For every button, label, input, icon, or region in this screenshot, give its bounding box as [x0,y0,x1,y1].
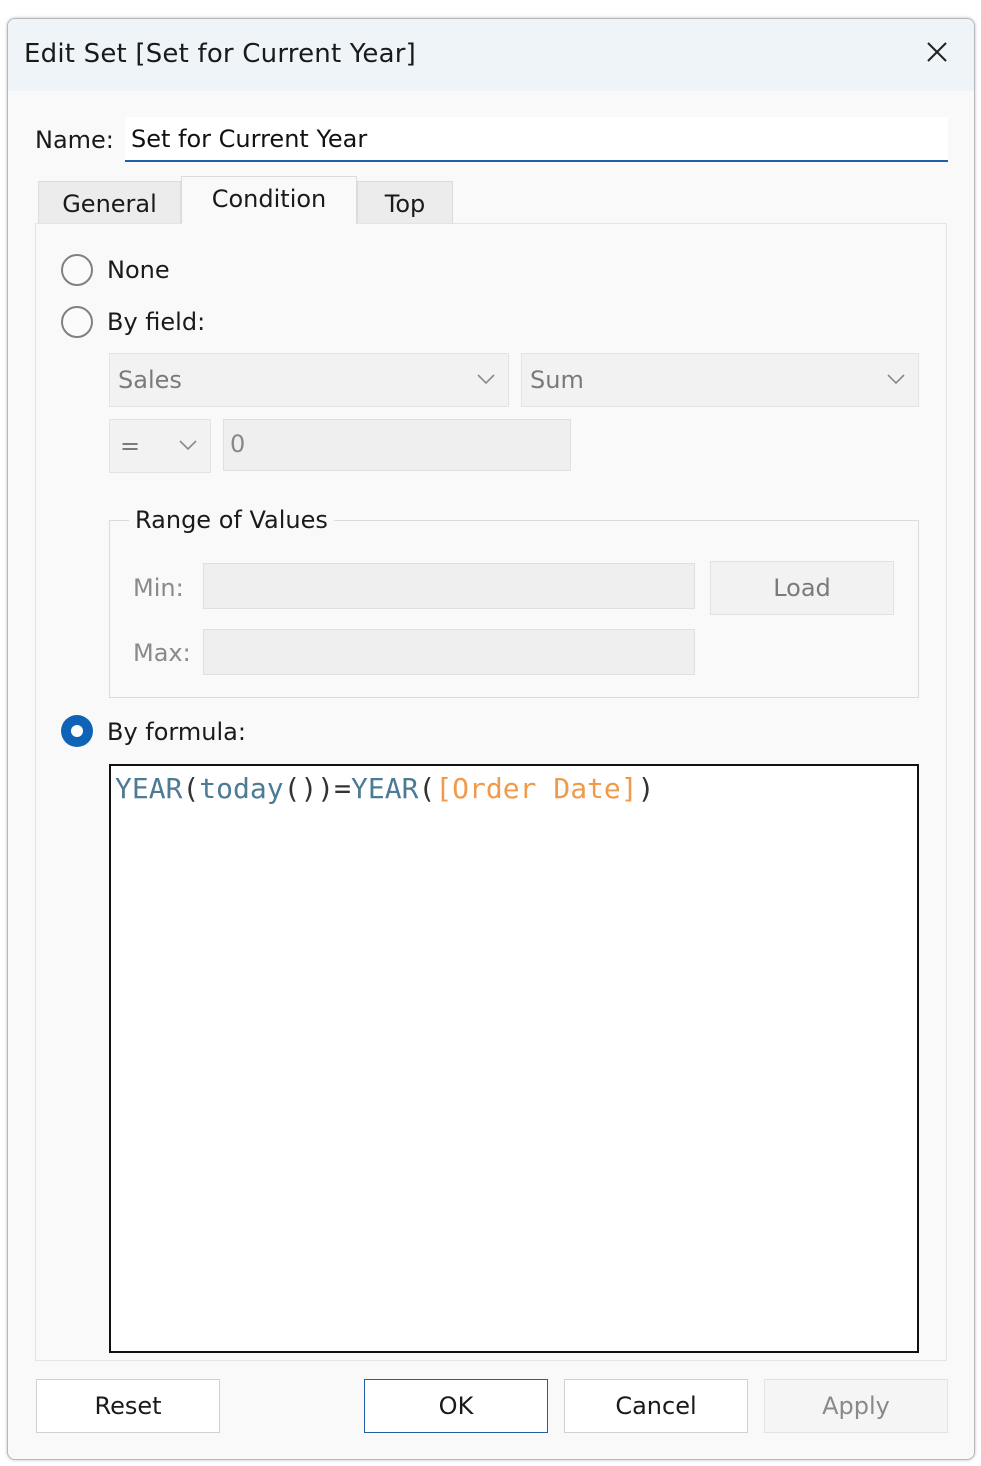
apply-button[interactable]: Apply [764,1379,948,1433]
formula-text: YEAR(today())=YEAR([Order Date]) [115,772,654,805]
operator-dropdown-value: = [120,432,141,460]
chevron-down-icon [476,372,496,386]
by-formula-label: By formula: [107,718,246,746]
name-label: Name: [35,126,114,154]
formula-function: today [199,772,284,805]
chevron-down-icon [178,438,198,452]
formula-function: YEAR [115,772,183,805]
dialog-title: Edit Set [Set for Current Year] [24,39,416,69]
operator-dropdown[interactable]: = [109,419,211,473]
formula-punct: ) [637,772,655,805]
close-button[interactable] [922,37,952,67]
load-button[interactable]: Load [710,561,894,615]
cancel-button[interactable]: Cancel [564,1379,748,1433]
min-field[interactable] [203,563,695,609]
edit-set-dialog: Edit Set [Set for Current Year] Name: Ge… [7,18,975,1460]
formula-punct: ( [182,772,200,805]
title-bar: Edit Set [Set for Current Year] [8,19,974,91]
chevron-down-icon [886,372,906,386]
reset-button[interactable]: Reset [36,1379,220,1433]
formula-punct: ( [418,772,436,805]
min-label: Min: [133,574,184,602]
value-field[interactable]: 0 [223,419,571,471]
by-field-label: By field: [107,308,206,336]
by-field-radio[interactable] [61,306,93,338]
formula-function: YEAR [351,772,419,805]
tab-general[interactable]: General [38,181,181,225]
name-input[interactable] [125,117,948,162]
tab-top[interactable]: Top [357,181,453,225]
max-label: Max: [133,639,191,667]
none-label: None [107,256,170,284]
field-dropdown[interactable]: Sales [109,353,509,407]
formula-punct: ())= [283,772,352,805]
ok-button[interactable]: OK [364,1379,548,1433]
by-formula-radio[interactable] [61,715,93,747]
formula-editor[interactable]: YEAR(today())=YEAR([Order Date]) [109,764,919,1353]
range-of-values-label: Range of Values [129,506,334,534]
field-dropdown-value: Sales [118,366,182,394]
max-field[interactable] [203,629,695,675]
tab-condition[interactable]: Condition [181,176,357,224]
formula-field-reference: [Order Date] [435,772,638,805]
close-icon [927,42,947,62]
condition-panel: None By field: Sales Sum = 0 Range of Va… [35,223,947,1361]
aggregation-dropdown-value: Sum [530,366,584,394]
none-radio[interactable] [61,254,93,286]
aggregation-dropdown[interactable]: Sum [521,353,919,407]
